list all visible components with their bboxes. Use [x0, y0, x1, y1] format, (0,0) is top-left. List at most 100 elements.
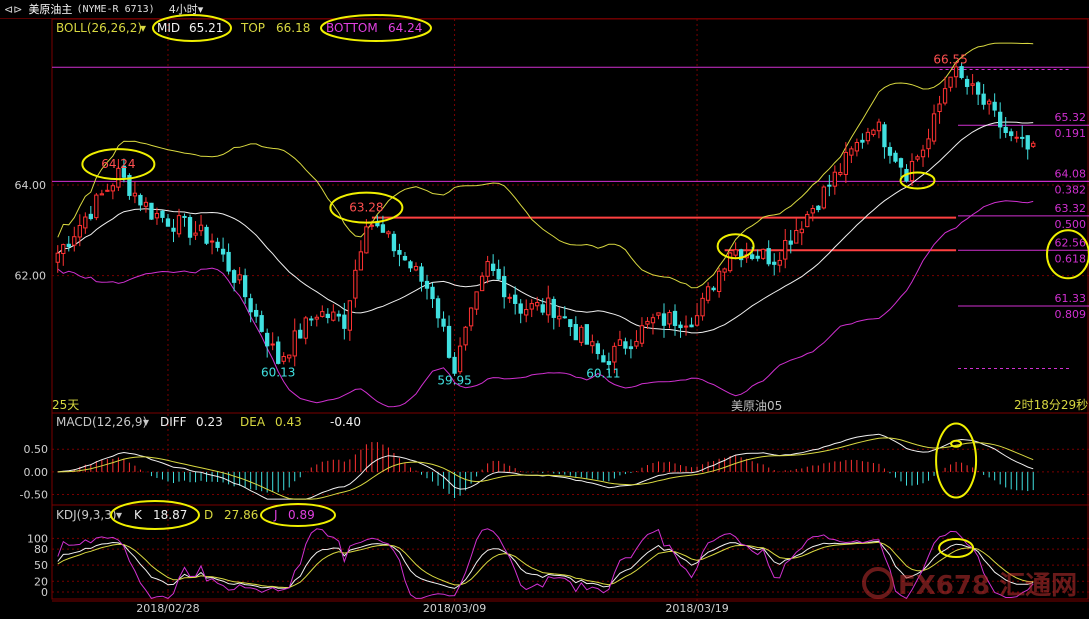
candle-body — [369, 224, 375, 227]
candle-body — [672, 310, 678, 326]
candle-body — [854, 142, 860, 152]
candle-body — [88, 213, 93, 220]
footer-left: 25天 — [52, 398, 79, 412]
candle-body — [375, 222, 380, 227]
candle-body — [727, 252, 733, 272]
candle-body — [711, 287, 716, 291]
candle-body — [678, 324, 683, 329]
candle-body — [865, 131, 871, 142]
candle-body — [667, 312, 672, 325]
macd-highlight-ellipse — [935, 422, 978, 499]
chart-canvas[interactable]: 62.0064.000.500.00-0.5010080502002018/02… — [0, 0, 1089, 619]
candle-body — [303, 317, 308, 339]
x-tick-label: 2018/02/28 — [136, 602, 199, 615]
diff-label: DIFF — [160, 415, 187, 429]
candle-body — [83, 216, 88, 229]
j-label: J — [273, 508, 278, 522]
dea-line — [57, 437, 1034, 500]
candle-body — [838, 171, 843, 175]
candle-body — [160, 210, 165, 218]
candle-body — [320, 311, 325, 317]
candle-body — [298, 329, 303, 339]
candle-body — [391, 233, 397, 252]
candle-body — [876, 121, 882, 132]
candle-body — [650, 317, 656, 324]
candle-body — [788, 240, 793, 245]
candle-body — [182, 215, 187, 218]
price-annotation: 59.95 — [437, 374, 471, 388]
candle-body — [347, 300, 353, 331]
top-label: TOP — [240, 21, 265, 35]
diff-line — [57, 433, 1034, 500]
candle-body — [55, 252, 60, 263]
candle-body — [435, 298, 441, 319]
kdj-tick-label: 80 — [34, 543, 48, 556]
top-value: 66.18 — [276, 21, 310, 35]
dea-value: 0.43 — [275, 415, 302, 429]
candle-body — [518, 303, 523, 314]
candle-body — [254, 309, 259, 317]
candle-body — [750, 254, 755, 259]
candle-body — [590, 341, 595, 347]
candle-body — [154, 212, 160, 219]
d-label: D — [204, 508, 213, 522]
price-panel: 65.32 0.191 64.08 0.382 63.32 0.500 62.56 0.618… — [52, 42, 1089, 408]
candle-body — [507, 296, 512, 299]
candle-body — [794, 229, 799, 244]
candle-body — [474, 291, 479, 310]
candle-body — [77, 224, 82, 238]
mid-value: 65.21 — [189, 21, 223, 35]
candle-body — [832, 171, 837, 187]
candle-body — [959, 66, 964, 78]
fib-ratio-label: 0.809 — [1055, 308, 1087, 321]
candle-body — [683, 325, 689, 328]
candle-body — [909, 160, 915, 182]
candle-body — [353, 269, 358, 299]
candle-body — [314, 316, 319, 320]
candle-body — [138, 194, 143, 206]
candle-body — [942, 88, 948, 104]
candle-body — [397, 249, 402, 255]
macd-caret: ▾ — [143, 415, 149, 429]
fib-price-label: 64.08 — [1055, 167, 1087, 180]
candle-body — [595, 343, 601, 355]
diff-value: 0.23 — [196, 415, 223, 429]
fib-price-label: 63.32 — [1055, 202, 1087, 215]
candle-body — [948, 76, 953, 88]
candle-body — [926, 138, 931, 150]
candle-body — [805, 213, 810, 228]
candle-body — [755, 255, 760, 259]
candle-body — [325, 313, 330, 319]
candle-body — [661, 313, 667, 326]
candle-body — [617, 339, 623, 346]
candle-body — [237, 274, 242, 281]
candle-body — [110, 185, 116, 192]
footer-center: 美原油05 — [731, 399, 782, 413]
candle-body — [248, 298, 253, 313]
candle-body — [705, 286, 711, 301]
price-tick-label: 62.00 — [15, 270, 47, 283]
macd-peak-ellipse — [950, 439, 963, 448]
candle-body — [430, 286, 435, 300]
mid-label: MID — [157, 21, 180, 35]
candle-body — [987, 100, 992, 105]
candle-body — [656, 312, 661, 316]
candle-body — [358, 251, 364, 271]
candle-body — [287, 354, 292, 359]
candle-body — [931, 113, 937, 142]
candle-body — [105, 189, 110, 192]
candle-body — [485, 261, 490, 277]
candle-body — [242, 275, 248, 298]
candle-body — [915, 156, 920, 160]
candle-body — [220, 248, 226, 255]
candle-body — [722, 268, 727, 273]
candle-body — [331, 311, 336, 321]
candle-body — [568, 319, 573, 328]
candle-body — [992, 101, 997, 111]
candle-body — [209, 240, 215, 243]
candle-body — [457, 345, 463, 373]
candle-body — [364, 226, 369, 254]
candle-body — [524, 309, 529, 316]
price-annotation: 64.24 — [101, 157, 135, 171]
fib-price-label: 61.33 — [1055, 292, 1087, 305]
